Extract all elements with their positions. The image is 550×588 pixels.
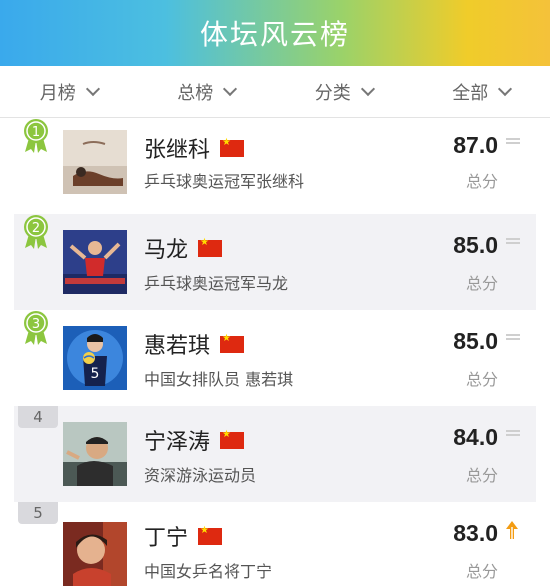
- svg-text:5: 5: [91, 366, 100, 382]
- score-label: 总分: [465, 562, 498, 581]
- svg-text:1: 1: [32, 125, 40, 140]
- china-flag-icon: [220, 137, 245, 157]
- score-value: 85.0: [453, 232, 498, 258]
- athlete-photo: [63, 230, 127, 294]
- app-header: 体坛风云榜: [0, 0, 550, 66]
- athlete-description: 乒乓球奥运冠军张继科: [144, 172, 305, 191]
- rank-badge: 5: [18, 502, 58, 524]
- filter-label: 月榜: [39, 82, 76, 104]
- chevron-down-icon: [85, 81, 100, 96]
- trend-flat-icon: [506, 430, 520, 436]
- medal-icon: 2: [20, 214, 52, 250]
- athlete-name: 丁宁: [144, 526, 189, 551]
- filter-label: 全部: [452, 82, 489, 104]
- athlete-name: 张继科: [144, 138, 211, 163]
- svg-text:2: 2: [32, 221, 40, 236]
- score-value: 84.0: [453, 424, 498, 450]
- filter-label: 分类: [314, 82, 351, 104]
- list-item[interactable]: 5 丁宁 中国女乒名将丁宁 83.0 总分: [0, 502, 550, 588]
- athlete-description: 中国女乒名将丁宁: [144, 562, 273, 581]
- athlete-name: 马龙: [144, 238, 189, 263]
- trend-flat-icon: [506, 238, 520, 244]
- filter-category[interactable]: 分类: [275, 66, 413, 117]
- list-item[interactable]: 3 5 惠若琪 中国女排队员 惠若琪 85.0 总分: [0, 310, 550, 406]
- score-label: 总分: [465, 466, 498, 485]
- medal-icon: 3: [20, 310, 52, 346]
- athlete-name: 惠若琪: [144, 334, 211, 359]
- list-item[interactable]: 4 宁泽涛 资深游泳运动员 84.0 总分: [0, 406, 550, 502]
- trend-flat-icon: [506, 138, 520, 144]
- athlete-photo: [63, 130, 127, 194]
- chevron-down-icon: [223, 81, 238, 96]
- score-value: 83.0: [453, 520, 498, 546]
- ranking-list: 1 张继科 乒乓球奥运冠军张继科 87.0 总分: [0, 118, 550, 588]
- page-title: 体坛风云榜: [199, 18, 350, 51]
- filter-all[interactable]: 全部: [413, 66, 550, 117]
- filter-label: 总榜: [177, 82, 214, 104]
- china-flag-icon: [220, 429, 245, 449]
- trend-up-icon: [504, 520, 520, 540]
- athlete-name: 宁泽涛: [144, 430, 211, 455]
- athlete-description: 中国女排队员 惠若琪: [144, 370, 294, 389]
- score-label: 总分: [465, 172, 498, 191]
- svg-text:3: 3: [32, 317, 40, 332]
- athlete-photo: 5: [63, 326, 127, 390]
- chevron-down-icon: [360, 81, 375, 96]
- china-flag-icon: [198, 525, 223, 545]
- china-flag-icon: [198, 237, 223, 257]
- score-label: 总分: [465, 274, 498, 293]
- athlete-photo: [63, 422, 127, 486]
- chevron-down-icon: [498, 81, 513, 96]
- rank-badge: 4: [18, 406, 58, 428]
- score-value: 85.0: [453, 328, 498, 354]
- athlete-description: 资深游泳运动员: [144, 466, 257, 485]
- medal-icon: 1: [20, 118, 52, 154]
- filter-monthly[interactable]: 月榜: [0, 66, 138, 117]
- list-item[interactable]: 2 马龙 乒乓球奥运冠军马龙 85.0 总分: [0, 214, 550, 310]
- trend-flat-icon: [506, 334, 520, 340]
- score-label: 总分: [465, 370, 498, 389]
- filter-bar: 月榜 总榜 分类 全部: [0, 66, 550, 118]
- athlete-description: 乒乓球奥运冠军马龙: [144, 274, 289, 293]
- list-item[interactable]: 1 张继科 乒乓球奥运冠军张继科 87.0 总分: [0, 118, 550, 214]
- score-value: 87.0: [453, 132, 498, 158]
- athlete-photo: [63, 522, 127, 586]
- china-flag-icon: [220, 333, 245, 353]
- filter-overall[interactable]: 总榜: [138, 66, 276, 117]
